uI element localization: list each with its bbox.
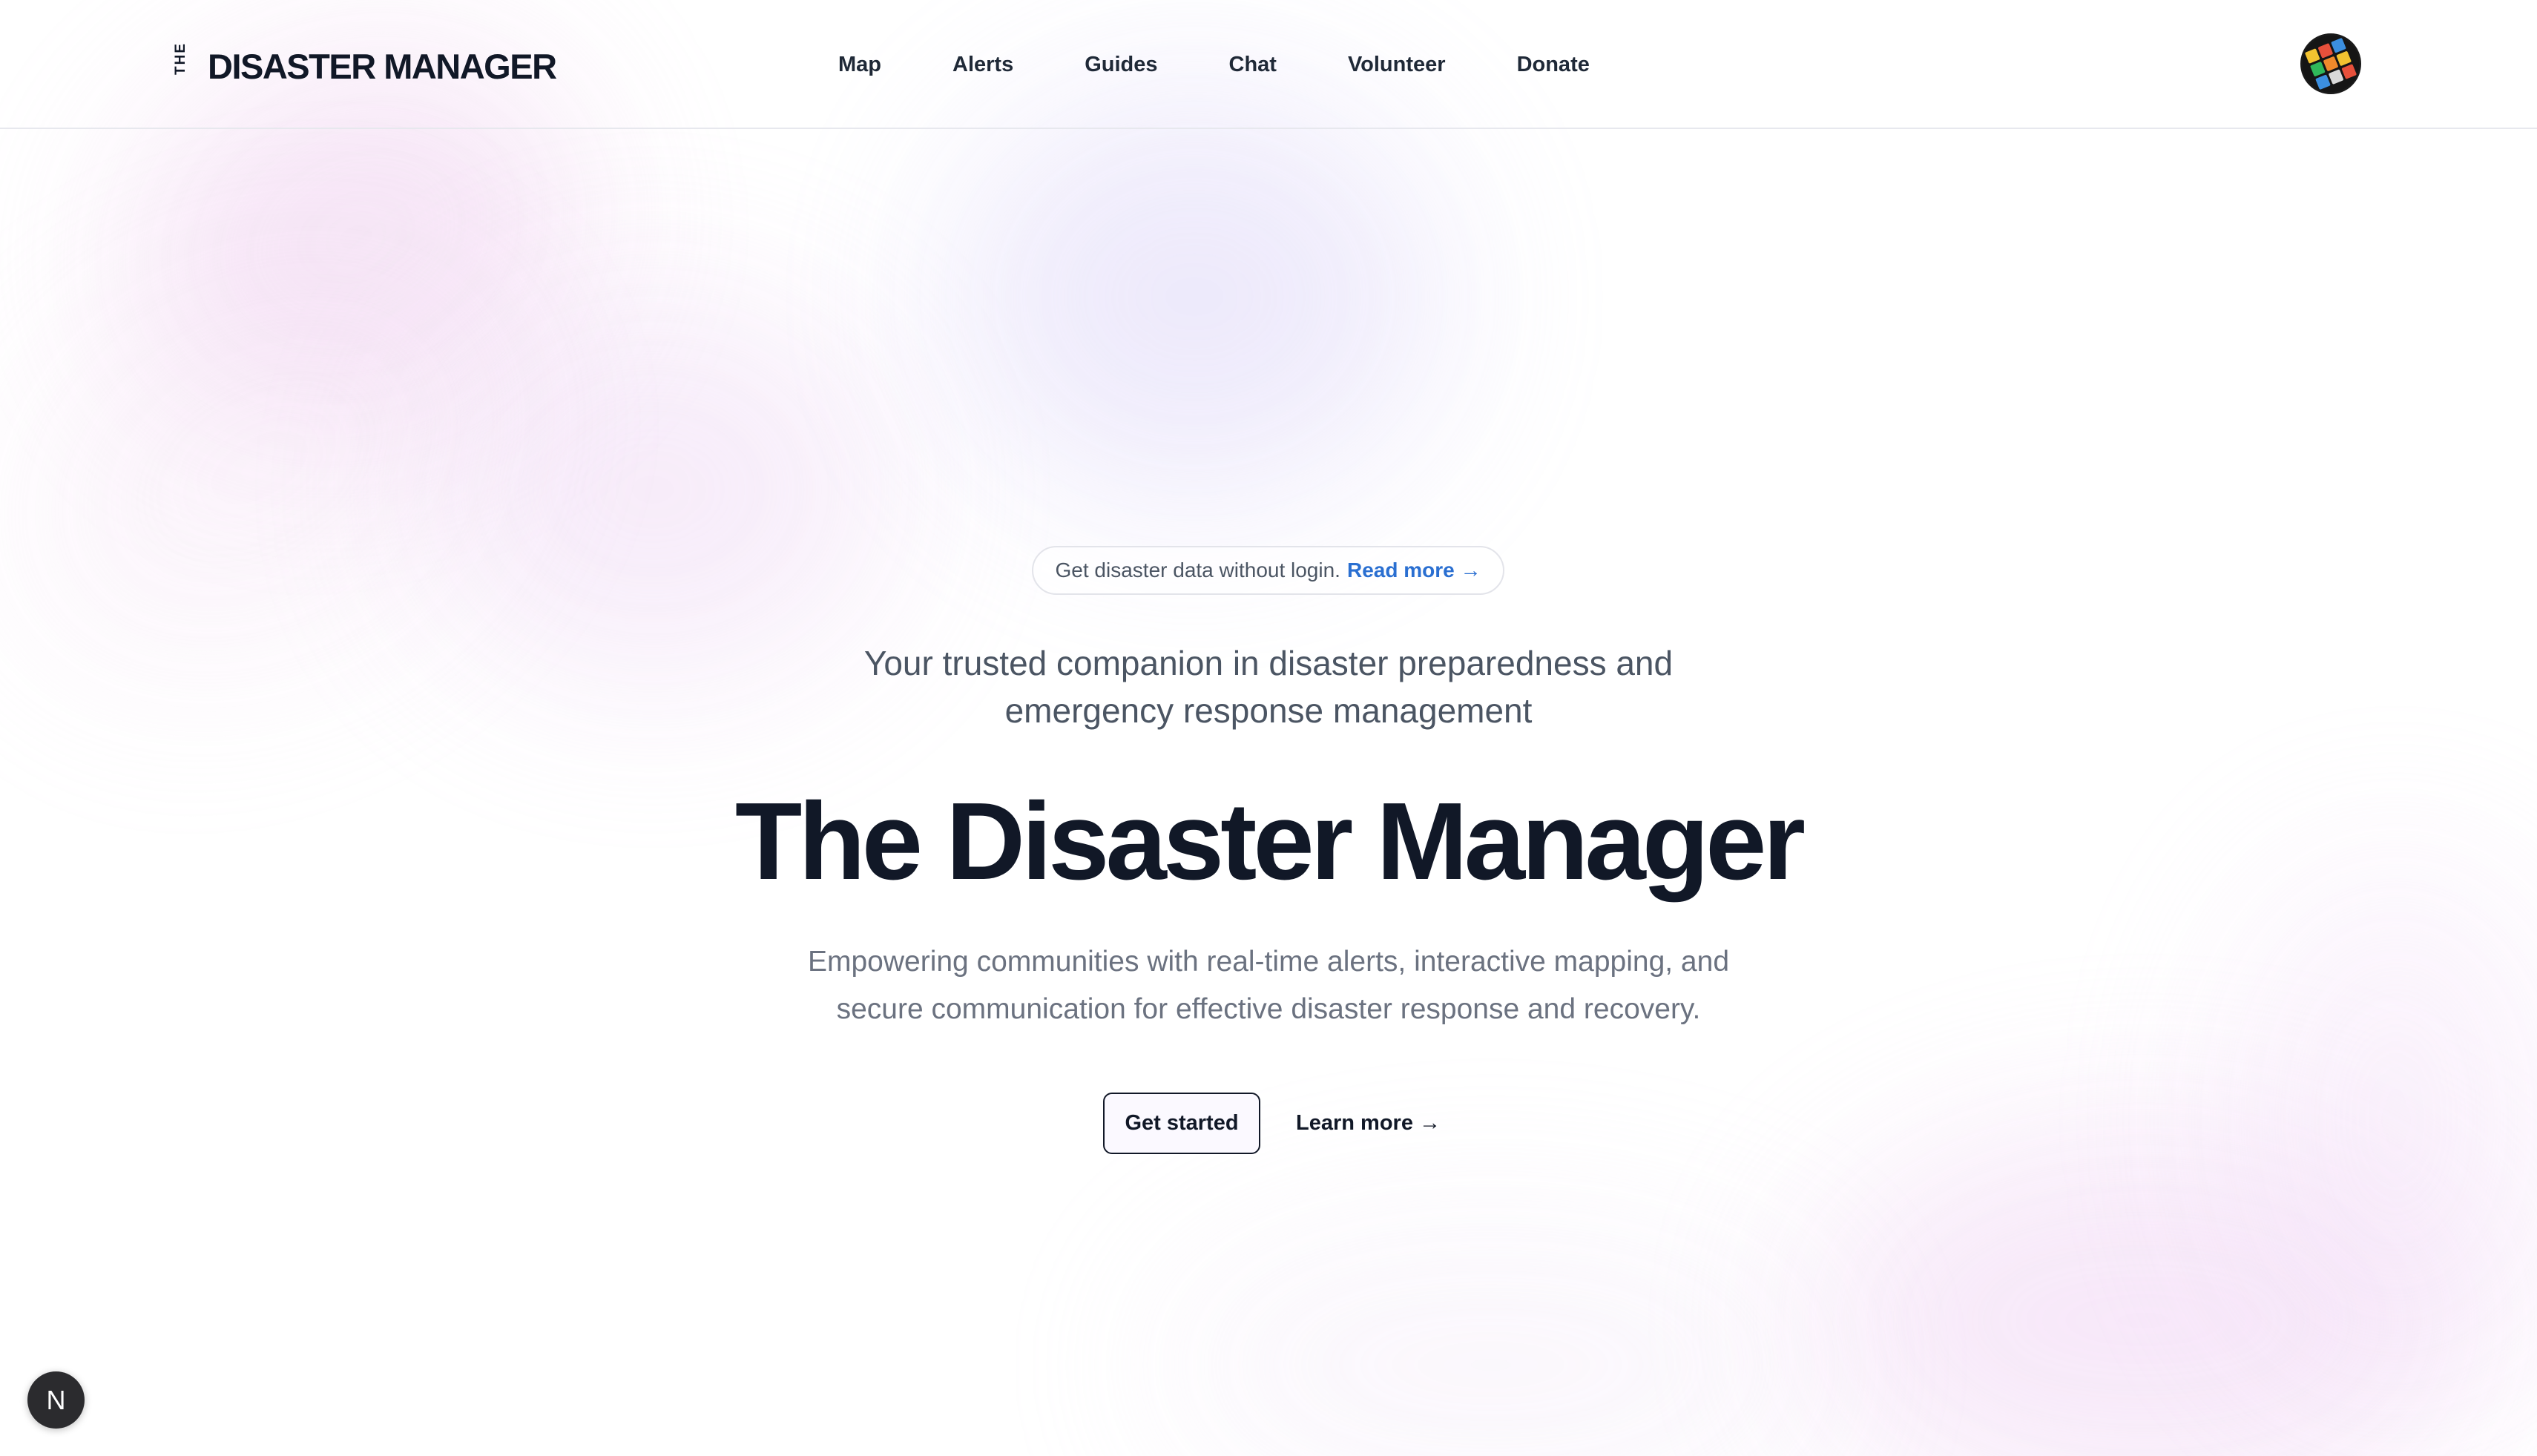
nav-link-chat[interactable]: Chat	[1229, 46, 1277, 83]
nav-link-map[interactable]: Map	[838, 46, 881, 83]
tagline-line-2: emergency response management	[1004, 691, 1533, 730]
description-line-1: Empowering communities with real-time al…	[807, 946, 1730, 978]
description-line-2: secure communication for effective disas…	[836, 993, 1701, 1025]
cta-group: Get started Learn more →	[1103, 1093, 1441, 1154]
colorful-cube-avatar-icon	[2303, 36, 2359, 92]
hero-section: Get disaster data without login. Read mo…	[0, 0, 2537, 1456]
top-navbar: THE DISASTER MANAGER Map Alerts Guides C…	[0, 0, 2537, 129]
logo-prefix: THE	[173, 42, 188, 75]
hero-description: Empowering communities with real-time al…	[675, 938, 1862, 1033]
nav-link-guides[interactable]: Guides	[1085, 46, 1157, 83]
nextjs-logo-icon[interactable]: N	[27, 1371, 85, 1429]
hero-tagline: Your trusted companion in disaster prepa…	[749, 639, 1788, 734]
dev-badge-label: N	[46, 1384, 66, 1415]
learn-more-link[interactable]: Learn more →	[1296, 1111, 1441, 1136]
main-nav: Map Alerts Guides Chat Volunteer Donate	[838, 46, 1590, 83]
read-more-link[interactable]: Read more →	[1347, 559, 1481, 582]
announcement-text: Get disaster data without login.	[1055, 559, 1340, 582]
tagline-line-1: Your trusted companion in disaster prepa…	[863, 644, 1674, 682]
announcement-pill: Get disaster data without login. Read mo…	[1032, 546, 1504, 595]
page-title: The Disaster Manager	[734, 780, 1806, 903]
nav-link-alerts[interactable]: Alerts	[952, 46, 1013, 83]
user-avatar[interactable]	[2300, 33, 2361, 94]
site-logo[interactable]: THE DISASTER MANAGER	[172, 40, 557, 92]
get-started-button[interactable]: Get started	[1103, 1093, 1260, 1154]
logo-title: DISASTER MANAGER	[208, 46, 557, 86]
nav-link-donate[interactable]: Donate	[1517, 46, 1590, 83]
nav-link-volunteer[interactable]: Volunteer	[1348, 46, 1446, 83]
